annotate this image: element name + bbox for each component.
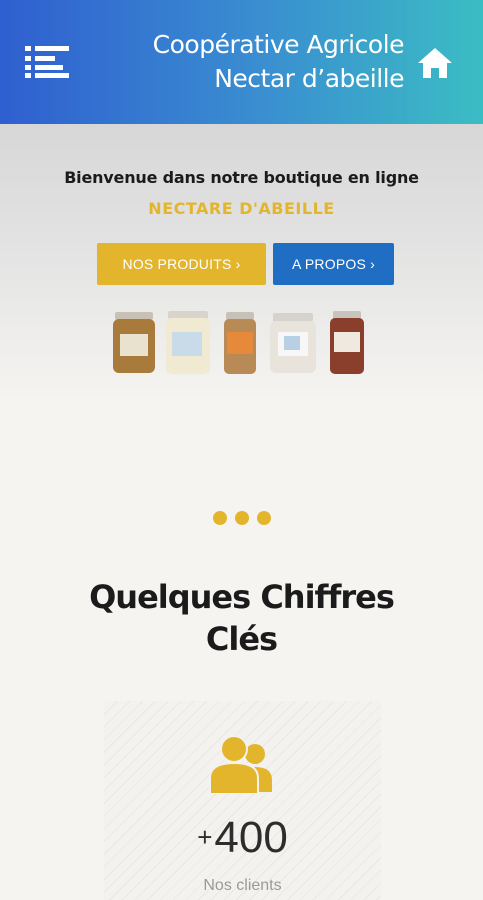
jar-dark [330,311,364,374]
app-header: Coopérative Agricole Nectar d’abeille [0,0,483,124]
section-divider-dots [0,511,483,530]
section-title: Quelques Chiffres Clés [89,578,395,658]
divider-dot [256,511,271,525]
jar-amber-1 [113,312,155,373]
jar-cream [166,311,210,374]
home-icon[interactable] [416,46,454,80]
stat-label-clients: Nos clients [203,877,282,894]
welcome-text: Bienvenue dans notre boutique en ligne [64,168,419,187]
jar-white [270,313,316,373]
users-icon [209,735,272,794]
stat-number: 400 [214,813,288,862]
app-title-line2: Nectar d’abeille [214,64,404,93]
product-jars-image [113,311,364,374]
divider-dot [234,511,249,525]
brand-name: NECTARE D'ABEILLE [148,199,335,218]
divider-dot [212,511,227,525]
stat-prefix: + [197,822,213,852]
app-title-line1: Coopérative Agricole [152,30,405,59]
stat-card-clients: +400 Nos clients [104,701,381,900]
our-products-button[interactable]: NOS PRODUITS › [97,243,266,285]
app-title: Coopérative Agricole Nectar d’abeille [152,28,405,96]
jar-orange-label [224,312,256,374]
about-button[interactable]: A PROPOS › [273,243,394,285]
stat-value-clients: +400 [104,813,381,863]
menu-icon[interactable] [25,45,71,79]
